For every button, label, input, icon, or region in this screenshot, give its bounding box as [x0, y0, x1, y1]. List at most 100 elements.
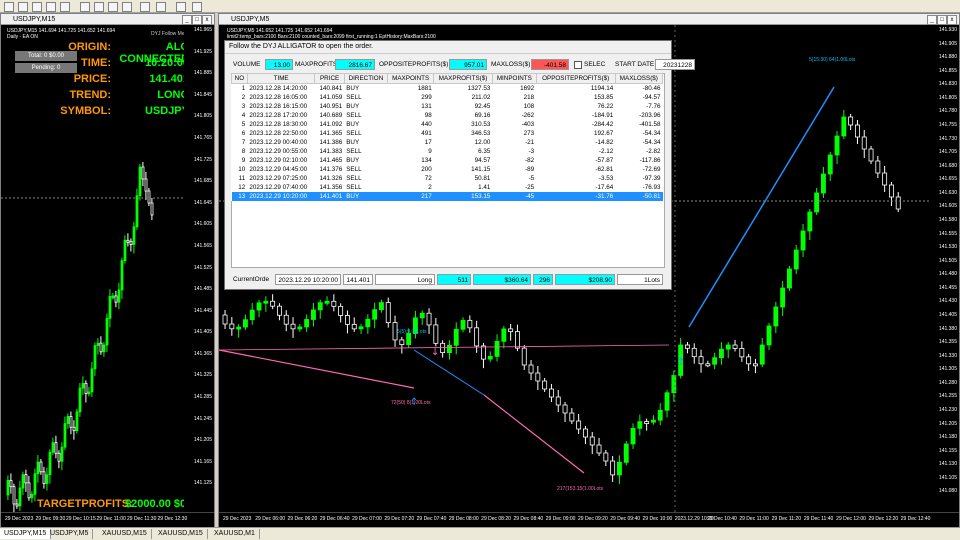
- time-tick: 29 Dec 09:20: [578, 516, 608, 522]
- price-tick: 141.485: [193, 286, 212, 293]
- candle-body: [514, 331, 520, 349]
- candle-body: [372, 309, 378, 320]
- table-cell: BUY: [346, 139, 360, 146]
- candle-body: [317, 302, 323, 311]
- startdate-input[interactable]: 20231228: [655, 59, 695, 70]
- chart-tab[interactable]: USDJPY,M15: [0, 529, 52, 539]
- toolbar-icon[interactable]: [80, 2, 90, 12]
- toolbar-icon[interactable]: [94, 2, 104, 12]
- left-chart-title[interactable]: USDJPY,M15 _ □ x: [1, 14, 214, 25]
- table-row[interactable]: 7 2023.12.29 00:40:00 141.386 BUY 17 12.00 -21…: [232, 138, 663, 147]
- table-cell: 2023.12.29 07:25:00: [249, 175, 308, 182]
- price-tick: 141.165: [193, 458, 212, 465]
- table-row[interactable]: 8 2023.12.29 00:55:00 141.383 SELL 9 6.35 -3 -2…: [232, 147, 663, 156]
- toolbar-icon[interactable]: [108, 2, 118, 12]
- maximize-icon[interactable]: □: [937, 15, 947, 25]
- table-row[interactable]: 1 2023.12.28 14:20:00 140.841 BUY 1881 1327.5…: [232, 84, 663, 94]
- toolbar-icon[interactable]: [46, 2, 56, 12]
- time-tick: 29 Dec 10:00: [642, 516, 673, 522]
- close-icon[interactable]: x: [947, 15, 957, 25]
- candle-body: [766, 325, 772, 346]
- table-cell: 2023.12.29 10:20:00: [247, 192, 315, 201]
- table-row[interactable]: 9 2023.12.29 02:10:00 141.465 BUY 134 94.57 -8…: [232, 156, 663, 165]
- toolbar-icon[interactable]: [122, 2, 132, 12]
- column-header[interactable]: PRICE: [314, 73, 345, 84]
- time-tick: 29 Dec 11:40: [803, 516, 834, 522]
- time-value: 10:20:00: [144, 57, 189, 69]
- price-tick: 141.805: [193, 113, 212, 120]
- table-cell: -76.93: [642, 184, 661, 191]
- order-dialog[interactable]: Follow the DYJ ALLIGATOR to open the ord…: [224, 40, 695, 290]
- toolbar-icon[interactable]: [18, 2, 28, 12]
- maximize-icon[interactable]: □: [192, 15, 202, 25]
- toolbar-icon[interactable]: [4, 2, 14, 12]
- table-row[interactable]: 6 2023.12.28 22:50:00 141.365 SELL 491 346.53…: [232, 129, 663, 138]
- candle-body: [746, 356, 752, 365]
- table-row[interactable]: 5 2023.12.28 18:30:00 141.092 BUY 440 310.53 -…: [232, 120, 663, 129]
- price-tick: 141.630: [938, 189, 957, 196]
- toolbar-icon[interactable]: [32, 2, 42, 12]
- chart-tab[interactable]: XAUUSD,M15: [154, 529, 208, 539]
- price-tick: 141.930: [938, 27, 957, 33]
- minimize-icon[interactable]: _: [927, 15, 937, 25]
- candle-body: [807, 211, 813, 232]
- table-cell: 140.689: [319, 112, 343, 119]
- column-header[interactable]: TIME: [246, 73, 316, 84]
- table-row[interactable]: 2 2023.12.28 16:05:00 141.059 SELL 299 211.02…: [232, 93, 663, 102]
- table-row[interactable]: 4 2023.12.28 17:20:00 140.689 SELL 98 69.16 -2…: [232, 111, 663, 120]
- left-chart-window[interactable]: USDJPY,M15 _ □ x USDJPY,M15 141.694 141.…: [0, 13, 215, 528]
- candle-body: [773, 306, 779, 327]
- minimize-icon[interactable]: _: [182, 15, 192, 25]
- price-tick: 141.705: [938, 149, 957, 156]
- time-tick: 29 Dec 07:20: [384, 516, 415, 522]
- table-cell: 6.35: [478, 148, 491, 155]
- table-cell: 94.57: [474, 157, 491, 164]
- candle-body: [331, 300, 337, 307]
- column-header[interactable]: OPPOSITEPROFITS($): [535, 73, 616, 84]
- toolbar-icon[interactable]: [176, 2, 186, 12]
- toolbar-icon[interactable]: [140, 2, 150, 12]
- price-tick: 141.845: [193, 91, 212, 98]
- table-cell: 1881: [417, 85, 432, 92]
- dialog-title: Follow the DYJ ALLIGATOR to open the ord…: [225, 41, 671, 54]
- close-icon[interactable]: x: [202, 15, 212, 25]
- chart-tab[interactable]: USDJPY,M5: [46, 529, 94, 539]
- table-row[interactable]: 12 2023.12.29 07:40:00 141.356 SELL 2 1.41 -25…: [232, 183, 663, 192]
- chart-tab[interactable]: XAUUSD,M15: [98, 529, 152, 539]
- table-cell: 2023.12.29 02:10:00: [249, 157, 308, 164]
- candle-body: [75, 411, 79, 432]
- column-header[interactable]: MAXLOSS($): [614, 73, 664, 84]
- table-cell: 9: [241, 157, 246, 164]
- column-header[interactable]: MAXPROFITS($): [433, 73, 493, 84]
- main-chart-title[interactable]: USDJPY,M5 _ □ x: [219, 14, 959, 25]
- table-cell: SELL: [346, 94, 362, 101]
- toolbar-icon[interactable]: [60, 2, 70, 12]
- time-tick: 29 Dec 11:20: [771, 516, 801, 522]
- candle-body: [297, 326, 303, 330]
- candle-body: [138, 166, 142, 197]
- table-cell: -54.34: [642, 130, 661, 137]
- table-row[interactable]: 3 2023.12.28 16:15:00 140.951 BUY 131 92.45 10…: [232, 102, 663, 111]
- table-cell: -50.81: [615, 192, 663, 201]
- candle-body: [501, 328, 507, 342]
- column-header[interactable]: MINPOINTS: [491, 73, 537, 84]
- select-checkbox[interactable]: [574, 61, 582, 69]
- table-cell: 153.15: [433, 192, 493, 201]
- column-header[interactable]: MAXPOINTS: [387, 73, 435, 84]
- table-row[interactable]: 13 2023.12.29 10:20:00 141.401 BUY 217 153.15…: [231, 192, 663, 201]
- table-row[interactable]: 11 2023.12.29 07:25:00 141.326 SELL 72 50.81 -…: [232, 174, 663, 183]
- candle-body: [821, 173, 826, 194]
- table-row[interactable]: 10 2023.12.29 04:45:00 141.376 SELL 200 141.1…: [232, 165, 663, 174]
- column-header[interactable]: NO: [231, 73, 248, 84]
- current-order-label: CurrentOrde: [233, 276, 270, 283]
- toolbar-icon[interactable]: [192, 2, 202, 12]
- price-tick: 141.580: [938, 217, 957, 223]
- column-header[interactable]: DIRECTION: [343, 73, 389, 84]
- toolbar-icon[interactable]: [156, 2, 166, 12]
- chart-tab[interactable]: XAUUSD,M1: [210, 529, 260, 539]
- candle-body: [793, 249, 799, 270]
- candle-body: [868, 148, 874, 162]
- price-tick: 141.805: [938, 94, 957, 101]
- candle-body: [759, 344, 765, 365]
- table-cell: 217: [387, 192, 434, 201]
